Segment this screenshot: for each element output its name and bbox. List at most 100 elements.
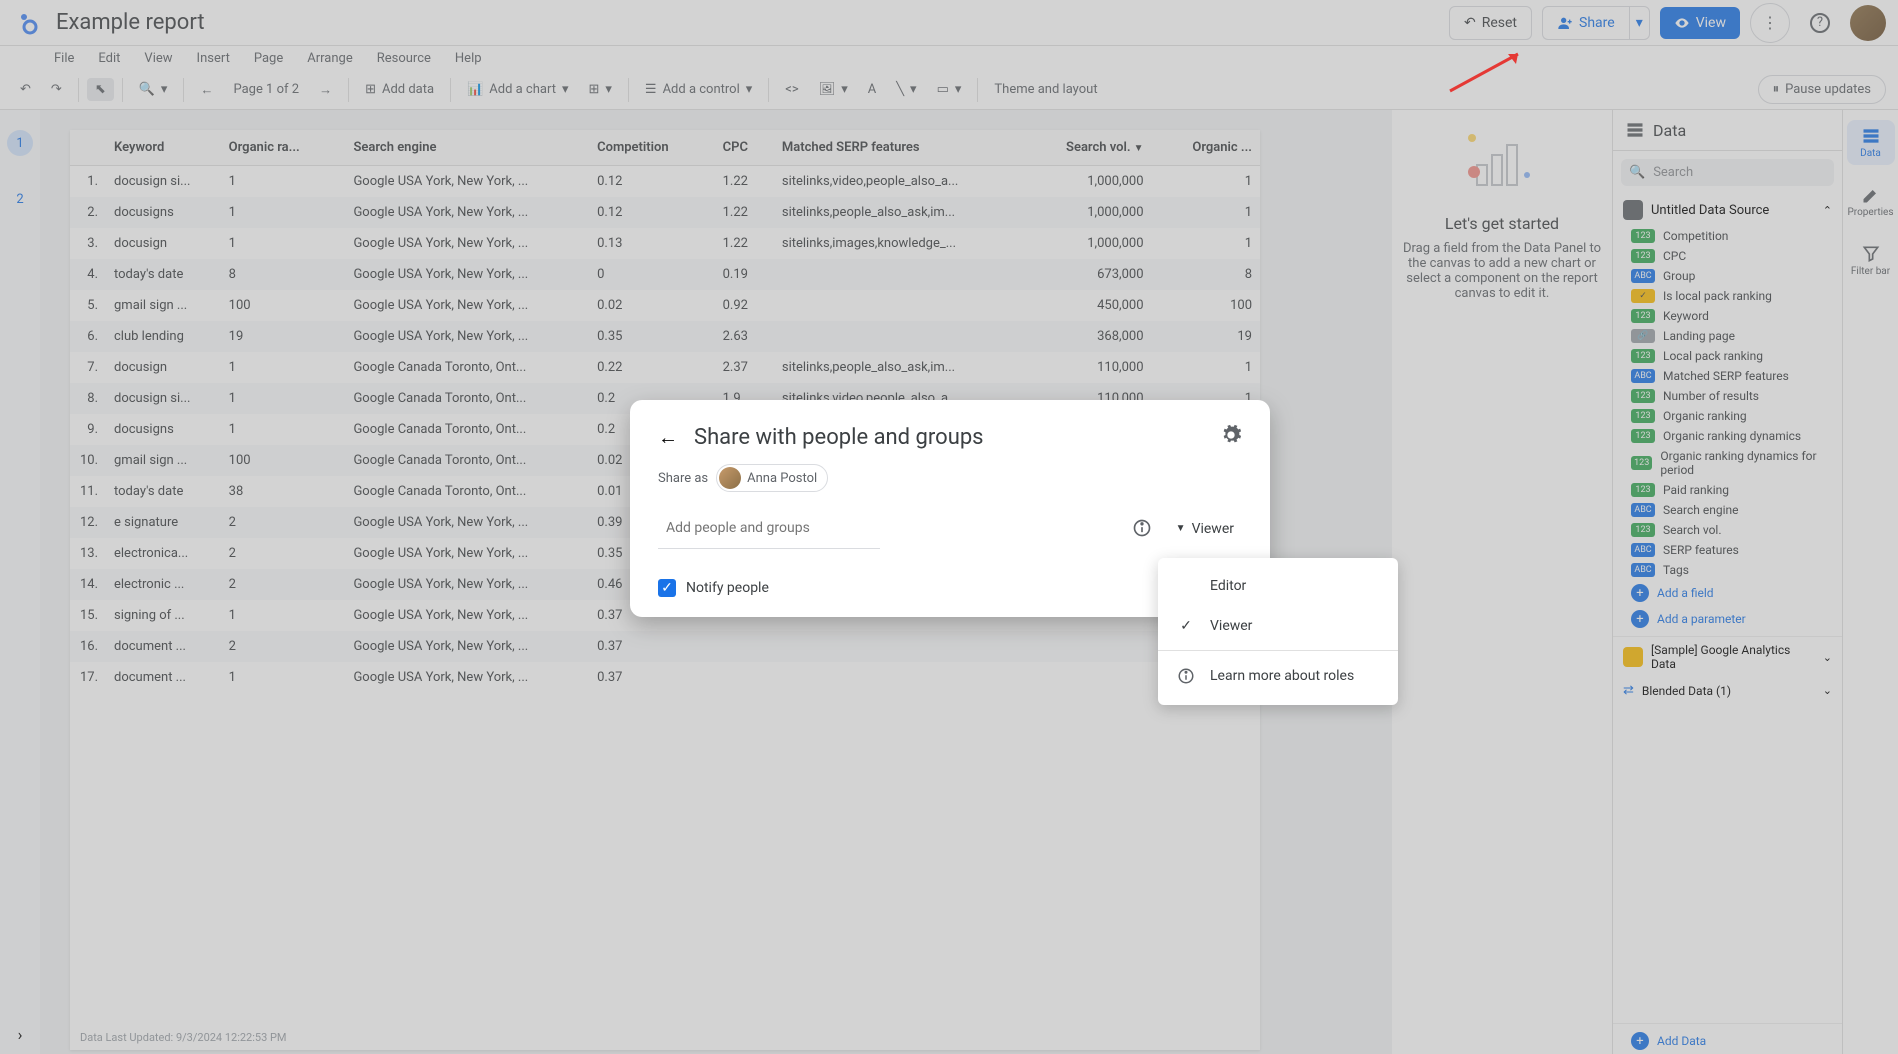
community-viz-button[interactable]: ⊞▾ — [580, 78, 619, 101]
data-icon — [1861, 126, 1881, 146]
more-options-button[interactable]: ⋮ — [1750, 3, 1790, 43]
share-button[interactable]: Share — [1542, 6, 1629, 40]
add-people-input[interactable] — [658, 508, 880, 549]
col-search-vol[interactable]: Search vol.▼ — [1018, 130, 1152, 166]
add-field-link[interactable]: +Add a field — [1613, 580, 1842, 606]
field-item[interactable]: ABCMatched SERP features — [1613, 366, 1842, 386]
col-serp[interactable]: Matched SERP features — [774, 130, 1018, 166]
redo-icon: ↷ — [51, 82, 62, 97]
field-item[interactable]: 🔗Landing page — [1613, 326, 1842, 346]
table-row[interactable]: 2.docusigns1Google USA York, New York, .… — [70, 197, 1260, 228]
add-data-link[interactable]: +Add Data — [1613, 1023, 1842, 1054]
add-chart-button[interactable]: 📊Add a chart▾ — [459, 78, 576, 101]
view-button[interactable]: View — [1660, 7, 1740, 39]
back-button[interactable]: ← — [658, 425, 678, 450]
theme-layout-button[interactable]: Theme and layout — [986, 78, 1105, 101]
table-row[interactable]: 3.docusign1Google USA York, New York, ..… — [70, 228, 1260, 259]
role-option-viewer[interactable]: ✓Viewer — [1158, 606, 1398, 646]
role-option-editor[interactable]: Editor — [1158, 566, 1398, 606]
url-embed-button[interactable]: <> — [777, 78, 806, 101]
looker-studio-logo-icon — [12, 7, 44, 39]
col-search-engine[interactable]: Search engine — [345, 130, 589, 166]
zoom-icon: 🔍 — [139, 82, 155, 97]
reset-button[interactable]: ↶Reset — [1449, 6, 1532, 40]
learn-more-roles-link[interactable]: Learn more about roles — [1158, 655, 1398, 697]
field-item[interactable]: 123Competition — [1613, 226, 1842, 246]
data-source-sample-ga[interactable]: [Sample] Google Analytics Data ⌄ — [1613, 636, 1842, 677]
table-row[interactable]: 17.document ...1Google USA York, New Yor… — [70, 662, 1260, 693]
menu-view[interactable]: View — [134, 49, 182, 68]
field-item[interactable]: 123Paid ranking — [1613, 480, 1842, 500]
arrow-right-icon: → — [319, 82, 332, 98]
add-control-button[interactable]: ☰Add a control▾ — [637, 78, 760, 101]
redo-button[interactable]: ↷ — [43, 78, 70, 101]
menu-help[interactable]: Help — [445, 49, 492, 68]
add-data-button[interactable]: ⊞Add data — [357, 78, 442, 101]
help-button[interactable]: ? — [1800, 3, 1840, 43]
menu-edit[interactable]: Edit — [88, 49, 130, 68]
field-item[interactable]: ABCSERP features — [1613, 540, 1842, 560]
field-type-badge: 123 — [1631, 309, 1655, 323]
page-thumb-2[interactable]: 2 — [7, 186, 33, 212]
col-keyword[interactable]: Keyword — [106, 130, 221, 166]
menu-file[interactable]: File — [44, 49, 84, 68]
field-item[interactable]: ✓Is local pack ranking — [1613, 286, 1842, 306]
rail-tab-data[interactable]: Data — [1847, 120, 1895, 165]
rail-tab-filter[interactable]: Filter bar — [1847, 238, 1895, 283]
rail-tab-properties[interactable]: Properties — [1847, 179, 1895, 224]
data-source-blended[interactable]: ⇄ Blended Data (1) ⌄ — [1613, 677, 1842, 704]
text-button[interactable]: A — [860, 78, 884, 101]
shape-button[interactable]: ▭▾ — [929, 78, 970, 101]
notify-checkbox[interactable]: ✓ — [658, 579, 676, 597]
menu-arrange[interactable]: Arrange — [297, 49, 362, 68]
share-dropdown-button[interactable]: ▾ — [1629, 6, 1650, 40]
field-item[interactable]: 123Keyword — [1613, 306, 1842, 326]
table-row[interactable]: 16.document ...2Google USA York, New Yor… — [70, 631, 1260, 662]
col-cpc[interactable]: CPC — [715, 130, 774, 166]
image-button[interactable]: 🖼▾ — [811, 78, 856, 101]
undo-button[interactable]: ↶ — [12, 78, 39, 101]
selection-tool[interactable]: ⬉ — [87, 78, 114, 101]
next-page-button[interactable]: → — [311, 78, 340, 102]
field-item[interactable]: ABCTags — [1613, 560, 1842, 580]
field-item[interactable]: 123Number of results — [1613, 386, 1842, 406]
expand-rail-button[interactable]: › — [18, 1025, 23, 1044]
field-search-input[interactable]: 🔍 Search — [1621, 159, 1834, 186]
role-selector[interactable]: ▼ Viewer — [1168, 513, 1242, 545]
line-button[interactable]: ╲▾ — [888, 78, 924, 101]
data-source-untitled[interactable]: Untitled Data Source ⌃ — [1613, 194, 1842, 226]
undo-icon: ↶ — [20, 82, 31, 97]
prev-page-button[interactable]: ← — [192, 78, 221, 102]
filter-icon: ☰ — [645, 82, 657, 97]
table-row[interactable]: 4.today's date8Google USA York, New York… — [70, 259, 1260, 290]
menu-page[interactable]: Page — [244, 49, 293, 68]
col-organic[interactable]: Organic ... — [1152, 130, 1260, 166]
settings-button[interactable] — [1220, 424, 1242, 450]
col-competition[interactable]: Competition — [589, 130, 715, 166]
col-organic-rank[interactable]: Organic ra... — [221, 130, 346, 166]
field-item[interactable]: 123Organic ranking — [1613, 406, 1842, 426]
table-row[interactable]: 7.docusign1Google Canada Toronto, Ont...… — [70, 352, 1260, 383]
field-item[interactable]: 123Organic ranking dynamics for period — [1613, 446, 1842, 480]
report-title[interactable]: Example report — [56, 10, 205, 35]
expand-icon: ⌄ — [1823, 651, 1832, 664]
field-item[interactable]: ABCSearch engine — [1613, 500, 1842, 520]
page-thumb-1[interactable]: 1 — [7, 130, 33, 156]
zoom-tool[interactable]: 🔍▾ — [131, 78, 176, 101]
field-item[interactable]: 123Search vol. — [1613, 520, 1842, 540]
field-item[interactable]: 123Organic ranking dynamics — [1613, 426, 1842, 446]
menu-resource[interactable]: Resource — [367, 49, 441, 68]
info-button[interactable] — [1132, 518, 1152, 542]
pause-updates-button[interactable]: ⏸Pause updates — [1758, 75, 1886, 104]
menu-insert[interactable]: Insert — [187, 49, 240, 68]
share-as-user-chip[interactable]: Anna Postol — [716, 464, 828, 492]
field-item[interactable]: ABCGroup — [1613, 266, 1842, 286]
field-item[interactable]: 123CPC — [1613, 246, 1842, 266]
table-row[interactable]: 1.docusign si...1Google USA York, New Yo… — [70, 166, 1260, 198]
field-type-badge: ✓ — [1631, 289, 1655, 303]
add-parameter-link[interactable]: +Add a parameter — [1613, 606, 1842, 632]
table-row[interactable]: 5.gmail sign ...100Google USA York, New … — [70, 290, 1260, 321]
field-item[interactable]: 123Local pack ranking — [1613, 346, 1842, 366]
table-row[interactable]: 6.club lending19Google USA York, New Yor… — [70, 321, 1260, 352]
user-avatar[interactable] — [1850, 5, 1886, 41]
